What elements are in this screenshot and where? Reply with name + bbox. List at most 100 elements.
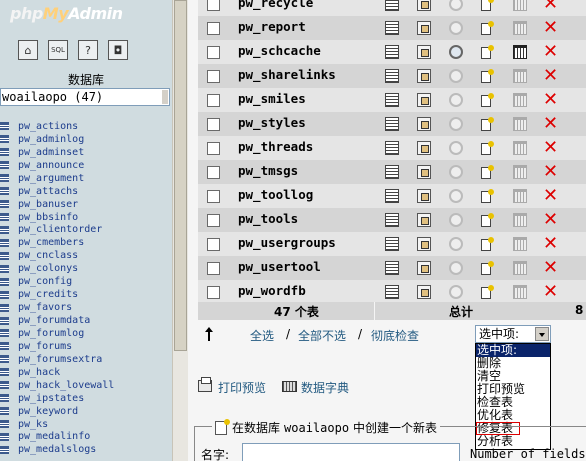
- table-icon[interactable]: [0, 342, 9, 351]
- insert-icon[interactable]: [481, 0, 495, 11]
- with-selected-select[interactable]: 选中项:: [475, 325, 551, 343]
- search-icon[interactable]: [449, 213, 463, 227]
- structure-icon[interactable]: [417, 213, 431, 227]
- drop-icon[interactable]: ✕: [543, 139, 558, 157]
- table-icon[interactable]: [0, 303, 9, 312]
- table-icon[interactable]: [0, 135, 9, 144]
- empty-trash-icon[interactable]: [513, 261, 527, 275]
- table-name-link[interactable]: pw_usergroups: [238, 235, 336, 250]
- empty-trash-icon[interactable]: [513, 237, 527, 251]
- empty-trash-icon[interactable]: [513, 141, 527, 155]
- table-icon[interactable]: [0, 432, 9, 441]
- sidebar-item-pw_favors[interactable]: pw_favors: [0, 301, 172, 314]
- search-icon[interactable]: [449, 0, 463, 11]
- drop-icon[interactable]: ✕: [543, 91, 558, 109]
- structure-icon[interactable]: [417, 117, 431, 131]
- sidebar-item-pw_hack_lovewall[interactable]: pw_hack_lovewall: [0, 379, 172, 392]
- table-icon[interactable]: [0, 445, 9, 454]
- drop-icon[interactable]: ✕: [543, 235, 558, 253]
- empty-trash-icon[interactable]: [513, 189, 527, 203]
- drop-icon[interactable]: ✕: [543, 115, 558, 133]
- table-icon[interactable]: [0, 122, 9, 131]
- row-checkbox[interactable]: [207, 70, 220, 83]
- search-icon[interactable]: [449, 141, 463, 155]
- sidebar-item-pw_attachs[interactable]: pw_attachs: [0, 185, 172, 198]
- search-icon[interactable]: [449, 285, 463, 299]
- browse-icon[interactable]: [385, 0, 399, 11]
- sidebar-item-pw_colonys[interactable]: pw_colonys: [0, 262, 172, 275]
- table-name-link[interactable]: pw_threads: [238, 139, 313, 154]
- empty-trash-icon[interactable]: [513, 0, 527, 11]
- sidebar-item-pw_bbsinfo[interactable]: pw_bbsinfo: [0, 211, 172, 224]
- table-name-link[interactable]: pw_smiles: [238, 91, 306, 106]
- drop-icon[interactable]: ✕: [543, 43, 558, 61]
- sidebar-item-pw_forums[interactable]: pw_forums: [0, 340, 172, 353]
- row-checkbox[interactable]: [207, 286, 220, 299]
- row-checkbox[interactable]: [207, 214, 220, 227]
- sidebar-item-pw_ks[interactable]: pw_ks: [0, 418, 172, 431]
- table-name-link[interactable]: pw_schcache: [238, 43, 321, 58]
- browse-icon[interactable]: [385, 165, 399, 179]
- structure-icon[interactable]: [417, 21, 431, 35]
- sidebar-item-pw_actions[interactable]: pw_actions: [0, 120, 172, 133]
- sidebar-item-pw_credits[interactable]: pw_credits: [0, 288, 172, 301]
- search-icon[interactable]: [449, 117, 463, 131]
- insert-icon[interactable]: [481, 45, 495, 59]
- table-icon[interactable]: [0, 381, 9, 390]
- sidebar-item-pw_ipstates[interactable]: pw_ipstates: [0, 392, 172, 405]
- table-icon[interactable]: [0, 407, 9, 416]
- structure-icon[interactable]: [417, 45, 431, 59]
- sidebar-item-pw_cmembers[interactable]: pw_cmembers: [0, 236, 172, 249]
- insert-icon[interactable]: [481, 213, 495, 227]
- insert-icon[interactable]: [481, 141, 495, 155]
- row-checkbox[interactable]: [207, 94, 220, 107]
- browse-icon[interactable]: [385, 21, 399, 35]
- drop-icon[interactable]: ✕: [543, 163, 558, 181]
- table-icon[interactable]: [0, 329, 9, 338]
- home-icon[interactable]: ⌂: [18, 40, 38, 60]
- table-icon[interactable]: [0, 238, 9, 247]
- drop-icon[interactable]: ✕: [543, 67, 558, 85]
- drop-icon[interactable]: ✕: [543, 259, 558, 277]
- sidebar-item-pw_config[interactable]: pw_config: [0, 275, 172, 288]
- table-name-link[interactable]: pw_tools: [238, 211, 298, 226]
- browse-icon[interactable]: [385, 141, 399, 155]
- table-name-link[interactable]: pw_report: [238, 19, 306, 34]
- check-overhead-link[interactable]: 彻底检查: [371, 327, 419, 344]
- insert-icon[interactable]: [481, 261, 495, 275]
- structure-icon[interactable]: [417, 165, 431, 179]
- sidebar-item-pw_adminset[interactable]: pw_adminset: [0, 146, 172, 159]
- search-icon[interactable]: [449, 21, 463, 35]
- row-checkbox[interactable]: [207, 166, 220, 179]
- browse-icon[interactable]: [385, 93, 399, 107]
- table-icon[interactable]: [0, 161, 9, 170]
- insert-icon[interactable]: [481, 21, 495, 35]
- empty-trash-icon[interactable]: [513, 69, 527, 83]
- row-checkbox[interactable]: [207, 46, 220, 59]
- row-checkbox[interactable]: [207, 118, 220, 131]
- table-name-link[interactable]: pw_styles: [238, 115, 306, 130]
- table-icon[interactable]: [0, 200, 9, 209]
- row-checkbox[interactable]: [207, 22, 220, 35]
- insert-icon[interactable]: [481, 117, 495, 131]
- table-icon[interactable]: [0, 264, 9, 273]
- table-icon[interactable]: [0, 290, 9, 299]
- browse-icon[interactable]: [385, 117, 399, 131]
- table-icon[interactable]: [0, 277, 9, 286]
- sidebar-item-pw_adminlog[interactable]: pw_adminlog: [0, 133, 172, 146]
- row-checkbox[interactable]: [207, 142, 220, 155]
- empty-trash-icon[interactable]: [513, 21, 527, 35]
- search-icon[interactable]: [449, 261, 463, 275]
- print-view-link[interactable]: 打印预览: [218, 379, 266, 396]
- drop-icon[interactable]: ✕: [543, 283, 558, 301]
- sidebar-item-pw_cnclass[interactable]: pw_cnclass: [0, 249, 172, 262]
- sidebar-item-pw_medalslogs[interactable]: pw_medalslogs: [0, 443, 172, 456]
- table-name-link[interactable]: pw_wordfb: [238, 283, 306, 298]
- structure-icon[interactable]: [417, 237, 431, 251]
- sidebar-item-pw_hack[interactable]: pw_hack: [0, 366, 172, 379]
- browse-icon[interactable]: [385, 45, 399, 59]
- row-checkbox[interactable]: [207, 238, 220, 251]
- empty-trash-icon[interactable]: [513, 93, 527, 107]
- query-window-icon[interactable]: ◘: [108, 40, 128, 60]
- search-icon[interactable]: [449, 237, 463, 251]
